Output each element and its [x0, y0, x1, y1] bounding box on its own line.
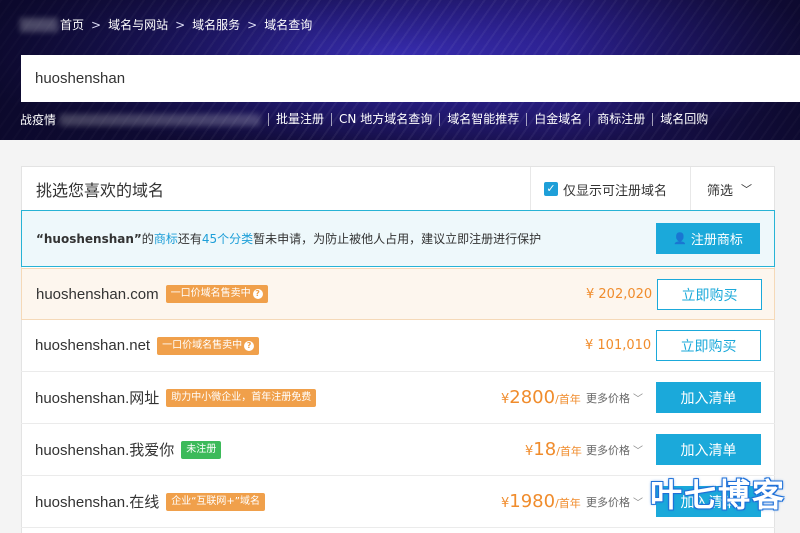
help-icon[interactable]: ?: [244, 340, 255, 351]
register-trademark-label: 注册商标: [690, 232, 743, 247]
more-prices-toggle[interactable]: 更多价格 ﹀: [586, 494, 643, 510]
domain-search-box[interactable]: [21, 55, 800, 102]
chevron-down-icon: ﹀: [741, 183, 753, 196]
breadcrumb-separator: >: [247, 17, 258, 32]
domain-price: ¥18/首年: [525, 439, 582, 460]
checkbox-checked-icon[interactable]: ✓: [544, 182, 558, 196]
price-value: 1980: [509, 491, 556, 512]
domain-name: huoshenshan.网址: [35, 390, 160, 407]
more-prices-toggle[interactable]: 更多价格 ﹀: [586, 442, 643, 458]
domain-name: huoshenshan.net: [35, 337, 151, 354]
buy-now-button[interactable]: 立即购买: [657, 279, 762, 310]
quick-link-trademark-register[interactable]: 商标注册: [589, 113, 652, 126]
price-value: 18: [533, 439, 557, 460]
price-unit: /首年: [556, 445, 582, 458]
quick-link-prefix: 战疫情: [20, 113, 57, 127]
quick-link-platinum-domain[interactable]: 白金域名: [526, 113, 589, 126]
more-prices-toggle[interactable]: 更多价格 ﹀: [586, 390, 643, 406]
filter-label: 筛选: [707, 183, 734, 199]
quick-links-bar: 战疫情 批量注册 CN 地方域名查询 域名智能推荐 白金域名 商标注册 域名回购: [20, 111, 715, 128]
filter-dropdown[interactable]: 筛选 ﹀: [690, 167, 776, 211]
breadcrumb-domain-services[interactable]: 域名服务: [192, 16, 240, 33]
only-available-toggle[interactable]: ✓ 仅显示可注册域名: [530, 167, 690, 211]
badge-text: 一口价域名售卖中: [162, 339, 243, 351]
price-unit: /首年: [555, 393, 581, 406]
notice-text: 的: [141, 232, 154, 246]
blurred-logo: [20, 17, 58, 32]
badge-text: 一口价域名售卖中: [170, 288, 251, 299]
trademark-link[interactable]: 商标: [154, 230, 178, 247]
domain-price: ¥ 202,020: [586, 286, 653, 302]
categories-link[interactable]: 45个分类: [202, 230, 253, 247]
buy-now-button[interactable]: 立即购买: [656, 330, 761, 361]
status-badge: 企业“互联网+”域名: [166, 492, 265, 511]
domain-price: ¥ 101,010: [585, 338, 652, 353]
status-badge: 未注册: [181, 440, 222, 459]
trademark-notice: “huoshenshan” 的商标 还有 45个分类 暂未申请，为防止被他人占用，建议立…: [21, 210, 775, 267]
quick-link-cn-local-domain[interactable]: CN 地方域名查询: [331, 113, 439, 126]
status-badge: 一口价域名售卖中?: [165, 285, 268, 303]
more-prices-label: 更多价格: [586, 495, 630, 509]
help-icon[interactable]: ?: [252, 289, 263, 299]
breadcrumb-domain-search: 域名查询: [264, 18, 313, 32]
more-prices-label: 更多价格: [586, 391, 630, 405]
domain-name: huoshenshan.我爱你: [35, 442, 175, 459]
blog-watermark: 叶七博客: [650, 476, 787, 514]
register-trademark-button[interactable]: 👤 注册商标: [656, 223, 760, 254]
add-to-list-button[interactable]: 加入清单: [656, 382, 761, 413]
user-icon: 👤: [673, 233, 687, 245]
only-available-label: 仅显示可注册域名: [563, 183, 668, 199]
status-badge: 助力中小微企业，首年注册免费: [166, 388, 317, 407]
domain-name: huoshenshan.com: [36, 285, 159, 303]
domain-price: ¥1980/首年: [501, 491, 581, 512]
chevron-down-icon: ﹀: [633, 446, 643, 457]
quick-link-domain-buyback[interactable]: 域名回购: [652, 113, 715, 126]
price-unit: /首年: [555, 497, 581, 510]
breadcrumb-home[interactable]: 首页: [60, 16, 84, 33]
domain-search-input[interactable]: [35, 70, 800, 87]
domain-row: huoshenshan.网址 助力中小微企业，首年注册免费 ¥2800/首年 更…: [21, 372, 775, 424]
more-prices-label: 更多价格: [586, 443, 630, 457]
breadcrumb-domains-websites[interactable]: 域名与网站: [108, 16, 168, 33]
blurred-text: [60, 113, 261, 126]
breadcrumb-separator: >: [91, 17, 102, 32]
chevron-down-icon: ﹀: [633, 498, 643, 509]
breadcrumb: 首页 > 域名与网站 > 域名服务 > 域名查询: [20, 16, 312, 33]
domain-row: huoshenshan.com 一口价域名售卖中? ¥ 202,020 立即购买: [21, 268, 775, 320]
notice-domain-name: “huoshenshan”: [36, 231, 142, 246]
breadcrumb-separator: >: [175, 17, 186, 32]
notice-text: 还有: [177, 232, 202, 246]
price-value: 2800: [509, 387, 556, 408]
quick-link-smart-recommend[interactable]: 域名智能推荐: [439, 113, 526, 126]
quick-link-batch-register[interactable]: 批量注册: [268, 113, 331, 126]
chevron-down-icon: ﹀: [633, 394, 643, 405]
notice-text: 暂未申请，为防止被他人占用，建议立即注册进行保护: [253, 232, 542, 246]
domain-price: ¥2800/首年: [501, 387, 581, 408]
panel-header: 挑选您喜欢的域名 ✓ 仅显示可注册域名 筛选 ﹀: [22, 167, 774, 211]
domain-row: huoshenshan.我爱你 未注册 ¥18/首年 更多价格 ﹀ 加入清单: [21, 424, 775, 476]
domain-name: huoshenshan.在线: [35, 494, 160, 511]
domain-row: huoshenshan.net 一口价域名售卖中? ¥ 101,010 立即购买: [21, 320, 775, 372]
status-badge: 一口价域名售卖中?: [157, 336, 260, 355]
add-to-list-button[interactable]: 加入清单: [656, 434, 761, 465]
